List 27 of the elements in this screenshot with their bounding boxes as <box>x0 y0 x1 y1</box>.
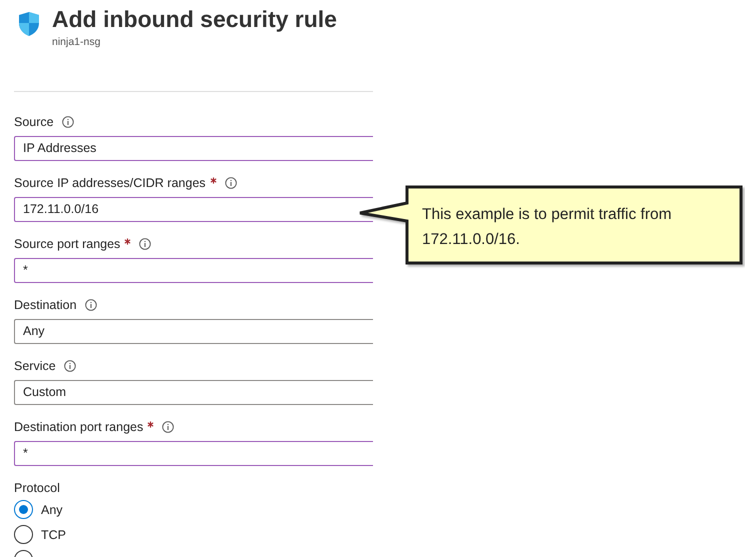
resource-name: ninja1-nsg <box>52 36 102 48</box>
field-label: Protocol <box>14 481 61 497</box>
field-label: Source <box>14 115 54 129</box>
info-icon[interactable] <box>139 238 152 250</box>
info-icon[interactable] <box>84 299 97 311</box>
field-label: Destination port ranges <box>14 420 144 434</box>
page-title: Add inbound security rule <box>52 6 337 32</box>
radio-label: Any <box>41 502 63 516</box>
radio-button[interactable] <box>14 525 33 544</box>
field-label: Source IP addresses/CIDR ranges <box>14 176 206 190</box>
input-field[interactable]: * <box>14 258 373 283</box>
field-label: Source port ranges <box>14 237 120 251</box>
input-field[interactable]: 172.11.0.0/16 <box>14 197 373 222</box>
radio-button[interactable] <box>14 500 33 519</box>
info-icon[interactable] <box>62 116 74 128</box>
info-icon[interactable] <box>64 360 76 372</box>
input-field[interactable]: Any <box>14 319 373 344</box>
field-label: Service <box>14 359 56 373</box>
info-icon[interactable] <box>224 177 237 189</box>
field-label: Destination <box>14 298 77 312</box>
radio-label: TCP <box>41 528 66 542</box>
input-field[interactable]: Custom <box>14 380 373 405</box>
input-field[interactable]: * <box>14 441 373 466</box>
callout-text: This example is to permit traffic from 172.11.0.0/16. <box>422 205 673 250</box>
input-field[interactable]: IP Addresses <box>14 136 373 161</box>
shield-icon <box>17 11 41 37</box>
info-icon[interactable] <box>162 421 174 433</box>
